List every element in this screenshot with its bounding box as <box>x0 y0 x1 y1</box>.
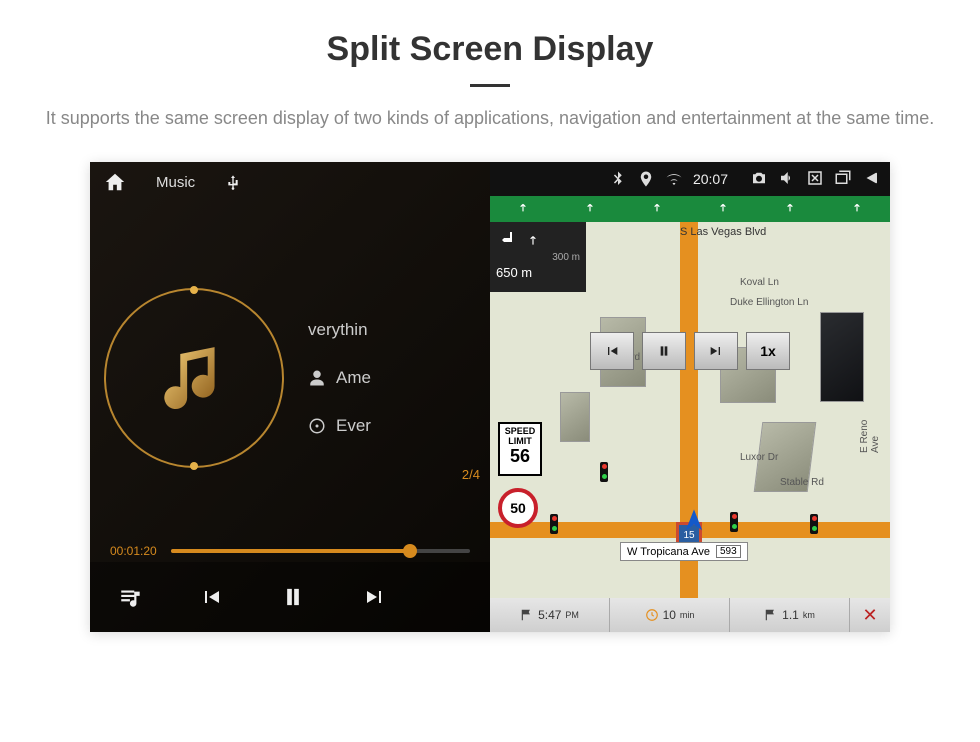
building-icon <box>560 392 590 442</box>
secondary-distance: 300 m <box>496 252 580 263</box>
artist-icon <box>308 369 326 387</box>
nav-bottom-bar: 5:47 PM 10 min 1.1 km ✕ <box>490 598 890 632</box>
track-album-row: Ever <box>308 416 371 436</box>
street-duke: Duke Ellington Ln <box>730 297 808 308</box>
music-note-icon <box>159 338 229 418</box>
recent-apps-button[interactable] <box>834 169 852 190</box>
next-track-icon[interactable] <box>363 585 387 609</box>
street-name-top: S Las Vegas Blvd <box>680 226 766 238</box>
music-top-bar: Music <box>90 162 490 202</box>
lane-arrow-icon <box>650 202 664 216</box>
disc-icon <box>308 417 326 435</box>
then-straight-icon <box>526 233 540 247</box>
split-screen-device: Music verythin Ame Ever 2/4 <box>90 162 890 632</box>
close-icon: ✕ <box>862 605 877 626</box>
vehicle-cursor-icon <box>680 507 708 540</box>
track-index: 2/4 <box>462 467 480 482</box>
eta-unit: PM <box>565 610 579 620</box>
title-divider <box>470 84 510 87</box>
primary-distance: 650 m <box>496 265 580 280</box>
turn-left-icon <box>496 228 520 252</box>
overlay-prev-button[interactable] <box>590 332 634 370</box>
distance-segment[interactable]: 1.1 km <box>730 598 850 632</box>
speed-label2: LIMIT <box>500 436 540 446</box>
back-button[interactable] <box>862 169 880 190</box>
map-area[interactable]: 300 m 650 m S Las Vegas Blvd Koval Ln Du… <box>490 222 890 598</box>
screenshot-button[interactable] <box>750 169 768 190</box>
playlist-icon[interactable] <box>118 584 144 610</box>
music-body: verythin Ame Ever <box>90 202 490 544</box>
progress-thumb[interactable] <box>403 544 417 558</box>
usb-icon[interactable] <box>225 172 241 192</box>
current-speed: 50 <box>498 488 538 528</box>
media-overlay: 1x <box>590 332 790 370</box>
traffic-light-icon <box>810 514 818 534</box>
traffic-light-icon <box>730 512 738 532</box>
distance-unit: km <box>803 610 815 620</box>
track-title: verythin <box>308 320 368 340</box>
overlay-pause-button[interactable] <box>642 332 686 370</box>
lane-arrow-icon <box>716 202 730 216</box>
location-icon <box>637 170 655 188</box>
track-title-row: verythin <box>308 320 371 340</box>
street-stable: Stable Rd <box>780 477 824 488</box>
lane-arrow-icon <box>583 202 597 216</box>
speed-limit-value: 56 <box>500 446 540 467</box>
lane-guidance-bar <box>490 196 890 222</box>
turn-instruction-card: 300 m 650 m <box>490 222 586 292</box>
elapsed-time: 00:01:20 <box>110 544 157 558</box>
street-reno: E Reno Ave <box>859 413 881 453</box>
remaining-value: 10 <box>663 608 676 622</box>
music-controls-bar <box>90 562 490 632</box>
street-koval: Koval Ln <box>740 277 779 288</box>
track-info-list: verythin Ame Ever <box>308 320 371 436</box>
navigation-pane: 20:07 <box>490 162 890 632</box>
overlay-speed-button[interactable]: 1x <box>746 332 790 370</box>
remaining-segment[interactable]: 10 min <box>610 598 730 632</box>
clock-icon <box>645 608 659 622</box>
prev-track-icon[interactable] <box>199 585 223 609</box>
street-luxor: Luxor Dr <box>740 452 778 463</box>
page-title: Split Screen Display <box>0 30 980 69</box>
flag-icon <box>764 608 778 622</box>
close-nav-button[interactable]: ✕ <box>850 598 890 632</box>
building-icon <box>820 312 864 402</box>
progress-bar[interactable] <box>171 549 470 553</box>
progress-row: 00:01:20 <box>90 544 490 558</box>
current-street-sign: W Tropicana Ave 593 <box>620 542 748 561</box>
close-app-button[interactable] <box>806 169 824 190</box>
tropicana-badge: 593 <box>716 545 741 558</box>
traffic-light-icon <box>550 514 558 534</box>
flag-icon <box>520 608 534 622</box>
lane-arrow-icon <box>783 202 797 216</box>
home-icon[interactable] <box>104 171 126 193</box>
status-bar: 20:07 <box>490 162 890 196</box>
page-description: It supports the same screen display of t… <box>0 105 980 162</box>
speed-limit-sign: SPEED LIMIT 56 <box>498 422 542 476</box>
system-icons <box>750 169 880 190</box>
eta-segment[interactable]: 5:47 PM <box>490 598 610 632</box>
track-album: Ever <box>336 416 371 436</box>
bluetooth-icon <box>609 170 627 188</box>
track-artist-row: Ame <box>308 368 371 388</box>
progress-fill <box>171 549 410 553</box>
speed-label1: SPEED <box>500 426 540 436</box>
eta-value: 5:47 <box>538 608 561 622</box>
traffic-light-icon <box>600 462 608 482</box>
remaining-unit: min <box>680 610 695 620</box>
status-time: 20:07 <box>693 171 728 187</box>
distance-value: 1.1 <box>782 608 799 622</box>
volume-button[interactable] <box>778 169 796 190</box>
album-art-ring <box>104 288 284 468</box>
pause-icon[interactable] <box>279 583 307 611</box>
lane-arrow-icon <box>516 202 530 216</box>
music-pane: Music verythin Ame Ever 2/4 <box>90 162 490 632</box>
overlay-next-button[interactable] <box>694 332 738 370</box>
track-artist: Ame <box>336 368 371 388</box>
wifi-icon <box>665 170 683 188</box>
tropicana-name: W Tropicana Ave <box>627 546 710 558</box>
music-app-label: Music <box>156 174 195 191</box>
lane-arrow-icon <box>850 202 864 216</box>
